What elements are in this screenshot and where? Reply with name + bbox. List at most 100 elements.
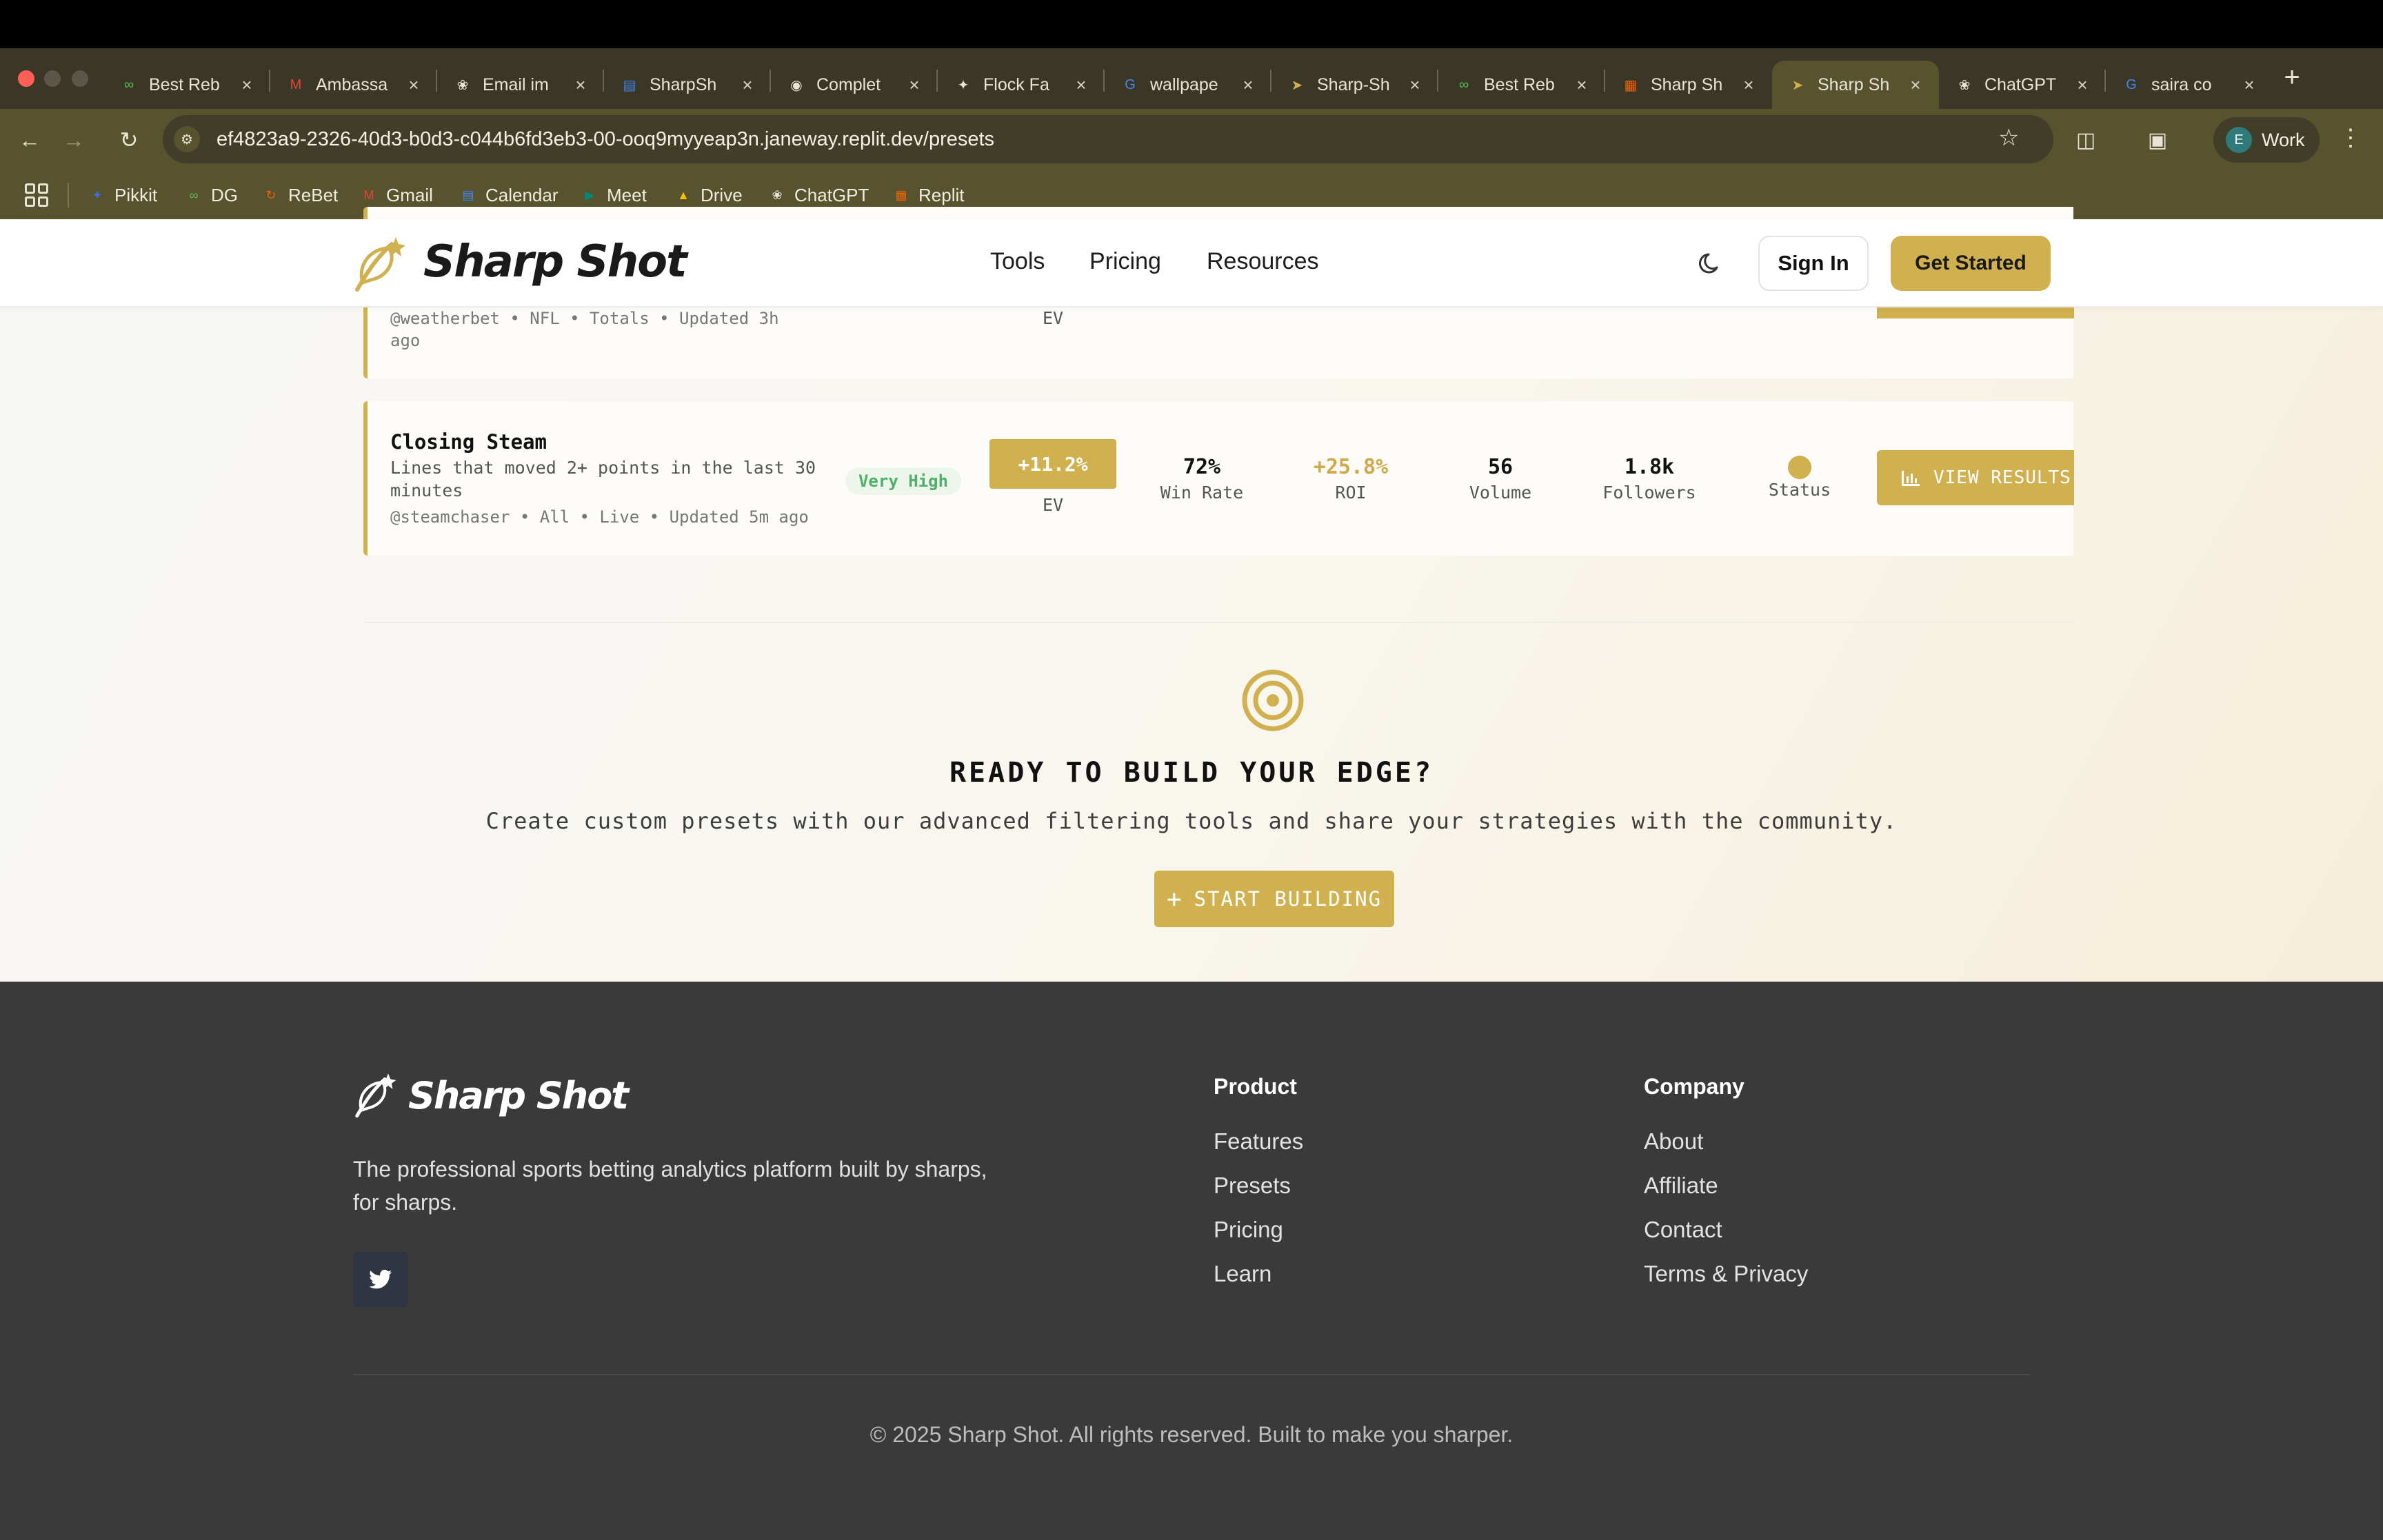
tab-title: Best Reb [149, 74, 220, 94]
sign-in-button[interactable]: Sign In [1758, 236, 1869, 291]
footer-link-pricing[interactable]: Pricing [1214, 1217, 1283, 1243]
bookmark-star-icon[interactable]: ☆ [1998, 124, 2019, 152]
twitter-button[interactable] [353, 1252, 408, 1307]
tab-close-icon[interactable]: × [1407, 74, 1423, 96]
footer-tagline: The professional sports betting analytic… [353, 1157, 987, 1215]
browser-tab[interactable]: Gsaira co × [2106, 61, 2273, 109]
url-text[interactable]: ef4823a9-2326-40d3-b0d3-c044b6fd3eb3-00-… [217, 128, 994, 151]
profile-label: Work [2262, 129, 2305, 150]
sharp-shot-logo-icon[interactable] [353, 234, 410, 292]
tab-close-icon[interactable]: × [1240, 74, 1256, 96]
browser-tab[interactable]: Gwallpape × [1105, 61, 1271, 109]
bookmark-drive[interactable]: ▲ Drive [673, 182, 743, 208]
rebet-icon: ↻ [265, 188, 276, 202]
forward-arrow-icon[interactable]: → [57, 123, 91, 157]
footer-link-affiliate[interactable]: Affiliate [1644, 1173, 1718, 1199]
footer-product-heading: Product [1214, 1074, 1297, 1099]
bookmark-rebet[interactable]: ↻ ReBet [261, 182, 338, 208]
window-zoom-button[interactable] [72, 70, 88, 87]
bookmark-meet[interactable]: ▶ Meet [579, 182, 647, 208]
bookmark-dg[interactable]: ∞ DG [183, 182, 238, 208]
sharpshot-favicon-icon: ➤ [1291, 77, 1303, 93]
roi-label: ROI [1335, 483, 1367, 503]
window-minimize-button[interactable] [44, 70, 61, 87]
site-settings-icon[interactable]: ⚙ [174, 126, 200, 152]
tab-title: Sharp Sh [1818, 74, 1890, 94]
reload-icon[interactable]: ↻ [112, 123, 146, 157]
gmail-icon: M [363, 188, 374, 202]
browser-tab[interactable]: ▦ Sharp Sh × [1605, 61, 1772, 109]
bookmark-label: Meet [607, 184, 647, 205]
system-top-bar [0, 0, 2383, 48]
footer-brand[interactable]: Sharp Shot [408, 1074, 629, 1117]
tab-close-icon[interactable]: × [1740, 74, 1757, 96]
browser-tab[interactable]: ▤ SharpSh × [604, 61, 771, 109]
footer-link-terms-privacy[interactable]: Terms & Privacy [1644, 1261, 1808, 1287]
tab-close-icon[interactable]: × [739, 74, 756, 96]
browser-tab[interactable]: ∞ Best Reb × [1438, 61, 1605, 109]
risk-badge: Very High [845, 467, 961, 495]
ev-label: EV [1042, 308, 1064, 328]
tab-close-icon[interactable]: × [1573, 74, 1590, 96]
get-started-button[interactable]: Get Started [1891, 236, 2051, 291]
drive-icon: ▲ [677, 188, 690, 202]
footer-company-heading: Company [1644, 1074, 1744, 1099]
tab-close-icon[interactable]: × [572, 74, 589, 96]
profile-chip[interactable]: E Work [2213, 117, 2320, 163]
browser-tab[interactable]: ➤ Sharp Sh × [1772, 61, 1939, 109]
browser-menu-icon[interactable]: ⋮ [2339, 124, 2362, 152]
footer-link-about[interactable]: About [1644, 1128, 1703, 1155]
bookmark-pikkit[interactable]: ✦ Pikkit [87, 182, 157, 208]
tab-separator [1103, 70, 1105, 92]
tab-close-icon[interactable]: × [1907, 74, 1924, 96]
footer-link-features[interactable]: Features [1214, 1128, 1303, 1155]
footer-link-learn[interactable]: Learn [1214, 1261, 1271, 1287]
browser-tab[interactable]: ❀ ChatGPT × [1939, 61, 2106, 109]
bookmark-label: DG [211, 184, 238, 205]
browser-tab[interactable]: ❀ Email im × [437, 61, 604, 109]
bookmark-label: Gmail [386, 184, 433, 205]
followers-value: 1.8k [1624, 455, 1675, 479]
sharpshot-favicon-icon: ➤ [1791, 77, 1804, 93]
nav-pricing[interactable]: Pricing [1089, 248, 1161, 275]
tab-close-icon[interactable]: × [1073, 74, 1089, 96]
back-arrow-icon[interactable]: ← [12, 123, 47, 157]
tab-close-icon[interactable]: × [2074, 74, 2091, 96]
moon-icon[interactable] [1698, 250, 1725, 277]
rebet-favicon-icon: ∞ [1458, 77, 1469, 92]
footer-link-presets[interactable]: Presets [1214, 1173, 1291, 1199]
browser-tab[interactable]: ◉ Complet × [771, 61, 938, 109]
tab-title: SharpSh [650, 74, 717, 94]
tab-separator [1270, 70, 1271, 92]
extensions-icon[interactable]: ◫ [2069, 123, 2103, 157]
tab-close-icon[interactable]: × [906, 74, 923, 96]
footer-link-contact[interactable]: Contact [1644, 1217, 1722, 1243]
tab-close-icon[interactable]: × [239, 74, 255, 96]
bookmark-replit[interactable]: ▦ Replit [891, 182, 964, 208]
tab-close-icon[interactable]: × [405, 74, 422, 96]
cast-icon[interactable]: ▣ [2140, 123, 2175, 157]
bookmark-label: Replit [918, 184, 965, 205]
apps-grid-icon[interactable] [25, 183, 48, 207]
nav-resources[interactable]: Resources [1207, 248, 1319, 275]
bookmark-gmail[interactable]: M Gmail [359, 182, 433, 208]
window-close-button[interactable] [18, 70, 34, 87]
bookmark-chatgpt[interactable]: ❀ ChatGPT [767, 182, 869, 208]
view-results-button[interactable]: VIEW RESULTS [1877, 450, 2074, 505]
tab-separator [603, 70, 604, 92]
nav-tools[interactable]: Tools [990, 248, 1045, 275]
tab-close-icon[interactable]: × [2241, 74, 2258, 96]
bookmark-calendar[interactable]: ▤ Calendar [458, 182, 558, 208]
status-indicator [1788, 456, 1811, 479]
browser-tab[interactable]: M Ambassa × [270, 61, 437, 109]
browser-tab[interactable]: ✦ Flock Fa × [938, 61, 1105, 109]
sharp-shot-logo-icon[interactable] [353, 1071, 400, 1118]
browser-tab[interactable]: ➤ Sharp-Sh × [1271, 61, 1438, 109]
new-tab-button[interactable]: + [2277, 62, 2307, 93]
brand-wordmark[interactable]: Sharp Shot [423, 236, 687, 287]
preset-meta: @weatherbet • NFL • Totals • Updated 3h [390, 309, 779, 328]
start-building-button[interactable]: + START BUILDING [1154, 871, 1394, 927]
tab-separator [770, 70, 771, 92]
volume-value: 56 [1487, 455, 1514, 479]
browser-tab[interactable]: ∞ Best Reb × [103, 61, 270, 109]
